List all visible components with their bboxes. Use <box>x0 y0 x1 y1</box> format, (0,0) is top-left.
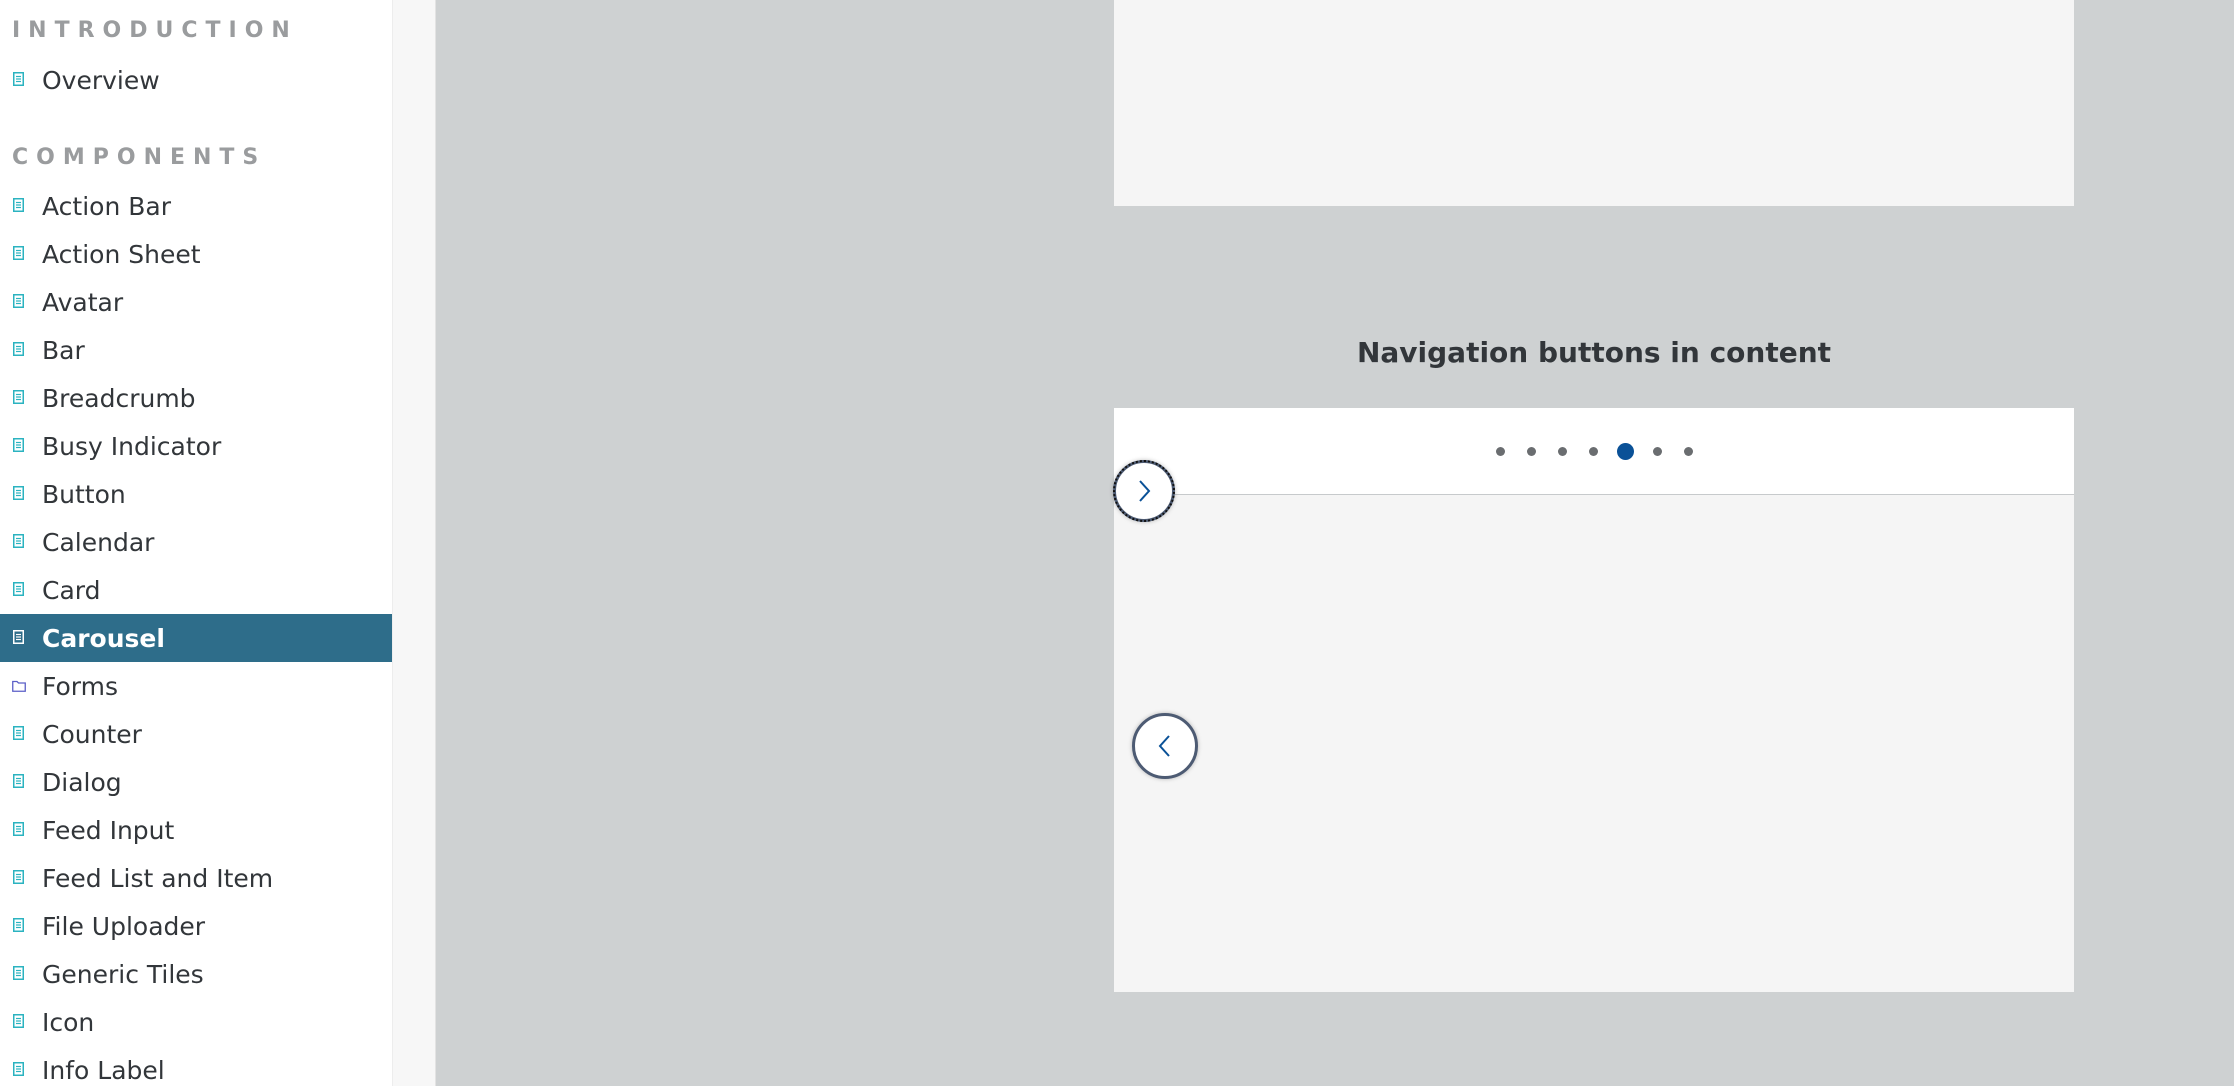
document-icon <box>13 1014 24 1028</box>
section-title: Navigation buttons in content <box>1356 336 1832 369</box>
document-icon <box>13 294 24 308</box>
sidebar-item-label: Info Label <box>42 1055 165 1085</box>
sidebar-item-label: Dialog <box>42 767 122 797</box>
sidebar-item-label: Breadcrumb <box>42 383 196 413</box>
sidebar-item-carousel[interactable]: Carousel <box>0 614 392 662</box>
sidebar-item-button[interactable]: Button <box>0 470 392 518</box>
carousel-previous-button[interactable] <box>1132 713 1198 779</box>
document-icon <box>13 918 24 932</box>
chevron-left-icon <box>1158 735 1170 757</box>
carousel-page-indicator-bar <box>1114 408 2074 495</box>
sidebar-item-info-label[interactable]: Info Label <box>0 1046 392 1086</box>
document-icon <box>13 72 24 86</box>
sidebar-item-bar[interactable]: Bar <box>0 326 392 374</box>
carousel <box>1114 408 2074 992</box>
document-icon <box>13 582 24 596</box>
sidebar-item-breadcrumb[interactable]: Breadcrumb <box>0 374 392 422</box>
sidebar-item-label: File Uploader <box>42 911 206 941</box>
sidebar-item-overview[interactable]: Overview <box>0 56 392 104</box>
sidebar-item-action-bar[interactable]: Action Bar <box>0 182 392 230</box>
page-dot[interactable] <box>1495 446 1505 456</box>
sidebar-resize-gutter <box>392 0 436 1086</box>
sidebar-item-label: Avatar <box>42 287 124 317</box>
folder-icon <box>12 680 26 692</box>
sidebar-item-label: Calendar <box>42 527 155 557</box>
sidebar-item-label: Card <box>42 575 101 605</box>
section-heading-components: COMPONENTS <box>12 145 267 170</box>
document-icon <box>13 438 24 452</box>
sidebar-item-label: Forms <box>42 671 119 701</box>
page-indicator <box>1114 408 2074 494</box>
document-icon <box>13 534 24 548</box>
sidebar-navigation: INTRODUCTION Overview COMPONENTS Action … <box>0 0 392 1086</box>
carousel-next-button[interactable] <box>1113 460 1175 522</box>
sidebar-item-label: Carousel <box>42 623 165 653</box>
page-dot[interactable] <box>1652 446 1662 456</box>
sidebar-item-label: Counter <box>42 719 142 749</box>
document-icon <box>13 966 24 980</box>
sidebar-item-calendar[interactable]: Calendar <box>0 518 392 566</box>
sidebar-item-generic-tiles[interactable]: Generic Tiles <box>0 950 392 998</box>
sidebar-item-label: Feed List and Item <box>42 863 274 893</box>
document-icon <box>13 198 24 212</box>
sidebar-item-label: Overview <box>42 65 160 95</box>
sidebar-item-file-uploader[interactable]: File Uploader <box>0 902 392 950</box>
previous-carousel-panel <box>1114 0 2074 206</box>
document-icon <box>13 774 24 788</box>
sidebar-item-label: Generic Tiles <box>42 959 204 989</box>
sidebar-item-action-sheet[interactable]: Action Sheet <box>0 230 392 278</box>
sidebar-item-label: Action Bar <box>42 191 171 221</box>
document-icon <box>13 870 24 884</box>
page-dot[interactable] <box>1557 446 1567 456</box>
document-icon <box>13 390 24 404</box>
sidebar-item-label: Button <box>42 479 126 509</box>
document-icon <box>13 1062 24 1076</box>
page-dot[interactable] <box>1683 446 1693 456</box>
document-icon <box>13 822 24 836</box>
sidebar-item-avatar[interactable]: Avatar <box>0 278 392 326</box>
sidebar-item-label: Icon <box>42 1007 95 1037</box>
chevron-right-icon <box>1139 480 1151 502</box>
document-icon <box>13 342 24 356</box>
sidebar-item-label: Action Sheet <box>42 239 201 269</box>
sidebar-item-forms[interactable]: Forms <box>0 662 392 710</box>
document-icon <box>13 726 24 740</box>
sidebar-item-dialog[interactable]: Dialog <box>0 758 392 806</box>
sidebar-item-label: Bar <box>42 335 85 365</box>
sidebar-item-label: Feed Input <box>42 815 175 845</box>
page-dot[interactable] <box>1588 446 1598 456</box>
page-dot[interactable] <box>1526 446 1536 456</box>
page-dot-active[interactable] <box>1616 442 1634 460</box>
sidebar-item-card[interactable]: Card <box>0 566 392 614</box>
document-icon <box>13 486 24 500</box>
document-icon <box>13 630 24 644</box>
carousel-content <box>1114 495 2074 992</box>
sidebar-item-counter[interactable]: Counter <box>0 710 392 758</box>
sidebar-item-busy-indicator[interactable]: Busy Indicator <box>0 422 392 470</box>
sidebar-item-feed-list-and-item[interactable]: Feed List and Item <box>0 854 392 902</box>
section-heading-introduction: INTRODUCTION <box>12 18 298 43</box>
sidebar-item-icon[interactable]: Icon <box>0 998 392 1046</box>
sidebar-item-feed-input[interactable]: Feed Input <box>0 806 392 854</box>
document-icon <box>13 246 24 260</box>
sidebar-item-label: Busy Indicator <box>42 431 222 461</box>
